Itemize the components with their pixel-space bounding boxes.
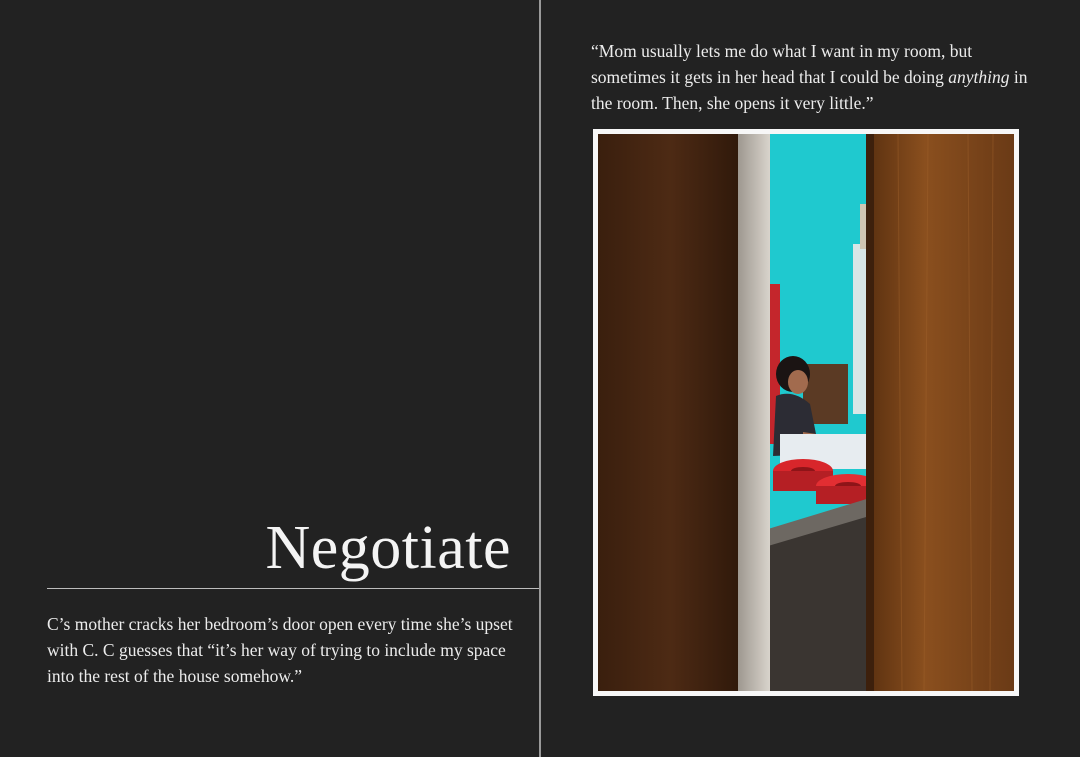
quote-emphasis: anything	[948, 67, 1010, 87]
person-face	[788, 370, 808, 394]
left-door-panel	[598, 134, 743, 691]
photo-caption: C’s mother cracks her bedroom’s door ope…	[47, 614, 513, 686]
page-title: Negotiate	[265, 514, 511, 582]
quote-text-start: “Mom usually lets me do what I want in m…	[591, 41, 973, 87]
door-edge	[738, 134, 770, 691]
door-gap-photo	[598, 134, 1014, 691]
photo-frame	[593, 129, 1019, 696]
title-divider	[47, 588, 540, 589]
left-page: Negotiate C’s mother cracks her bedroom’…	[0, 0, 540, 757]
pull-quote: “Mom usually lets me do what I want in m…	[591, 38, 1031, 116]
